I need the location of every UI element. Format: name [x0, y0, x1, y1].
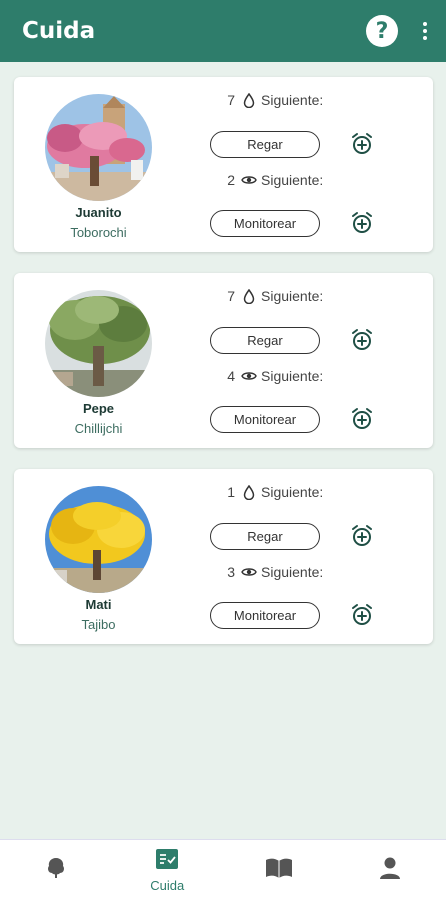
alarm-add-icon[interactable] — [349, 406, 375, 432]
plant-species: Toborochi — [70, 225, 127, 240]
plant-card: Pepe Chillijchi 7 Siguiente: Regar 4 Sig… — [14, 273, 433, 448]
bottom-navigation: Cuida — [0, 839, 446, 900]
water-status: 1 Siguiente: — [219, 484, 349, 500]
plant-photo[interactable] — [45, 94, 152, 201]
water-next-label: Siguiente: — [261, 92, 324, 108]
nav-item-library[interactable] — [223, 840, 335, 900]
plant-name: Pepe — [82, 401, 115, 416]
water-drop-icon — [241, 288, 257, 304]
water-drop-icon — [241, 92, 257, 108]
monitor-button[interactable]: Monitorear — [210, 406, 320, 433]
monitor-count: 3 — [227, 564, 235, 580]
tree-icon — [44, 856, 68, 885]
plant-card: Juanito Toborochi 7 Siguiente: Regar 2 S… — [14, 77, 433, 252]
app-title: Cuida — [22, 18, 96, 44]
water-count: 7 — [227, 288, 235, 304]
plant-list: Juanito Toborochi 7 Siguiente: Regar 2 S… — [14, 77, 433, 665]
nav-item-profile[interactable] — [335, 840, 446, 900]
plant-card: Mati Tajibo 1 Siguiente: Regar 3 Siguien… — [14, 469, 433, 644]
help-button[interactable]: ? — [366, 15, 398, 47]
monitor-next-label: Siguiente: — [261, 368, 324, 384]
monitor-count: 4 — [227, 368, 235, 384]
checklist-icon — [155, 848, 179, 875]
water-button[interactable]: Regar — [210, 523, 320, 550]
alarm-add-icon[interactable] — [349, 523, 375, 549]
app-bar: Cuida ? — [0, 0, 446, 62]
monitor-next-label: Siguiente: — [261, 172, 324, 188]
monitor-status: 2 Siguiente: — [219, 172, 349, 188]
nav-label-cuida: Cuida — [150, 877, 185, 893]
monitor-count: 2 — [227, 172, 235, 188]
monitor-status: 4 Siguiente: — [219, 368, 349, 384]
plant-species: Chillijchi — [74, 421, 123, 436]
water-status: 7 Siguiente: — [219, 92, 349, 108]
monitor-button[interactable]: Monitorear — [210, 602, 320, 629]
water-status: 7 Siguiente: — [219, 288, 349, 304]
plant-species: Tajibo — [81, 617, 116, 632]
person-icon — [379, 856, 401, 885]
water-next-label: Siguiente: — [261, 288, 324, 304]
water-button[interactable]: Regar — [210, 327, 320, 354]
alarm-add-icon[interactable] — [349, 210, 375, 236]
alarm-add-icon[interactable] — [349, 131, 375, 157]
alarm-add-icon[interactable] — [349, 602, 375, 628]
book-icon — [265, 857, 293, 884]
more-options-icon[interactable] — [418, 19, 432, 43]
water-next-label: Siguiente: — [261, 484, 324, 500]
water-drop-icon — [241, 484, 257, 500]
nav-item-cuida[interactable]: Cuida — [112, 840, 224, 900]
alarm-add-icon[interactable] — [349, 327, 375, 353]
plant-photo[interactable] — [45, 290, 152, 397]
eye-icon — [241, 368, 257, 384]
nav-item-trees[interactable] — [0, 840, 112, 900]
monitor-status: 3 Siguiente: — [219, 564, 349, 580]
water-count: 1 — [227, 484, 235, 500]
plant-photo[interactable] — [45, 486, 152, 593]
plant-name: Juanito — [75, 205, 122, 220]
water-button[interactable]: Regar — [210, 131, 320, 158]
monitor-button[interactable]: Monitorear — [210, 210, 320, 237]
plant-name: Mati — [85, 597, 112, 612]
eye-icon — [241, 564, 257, 580]
water-count: 7 — [227, 92, 235, 108]
eye-icon — [241, 172, 257, 188]
monitor-next-label: Siguiente: — [261, 564, 324, 580]
